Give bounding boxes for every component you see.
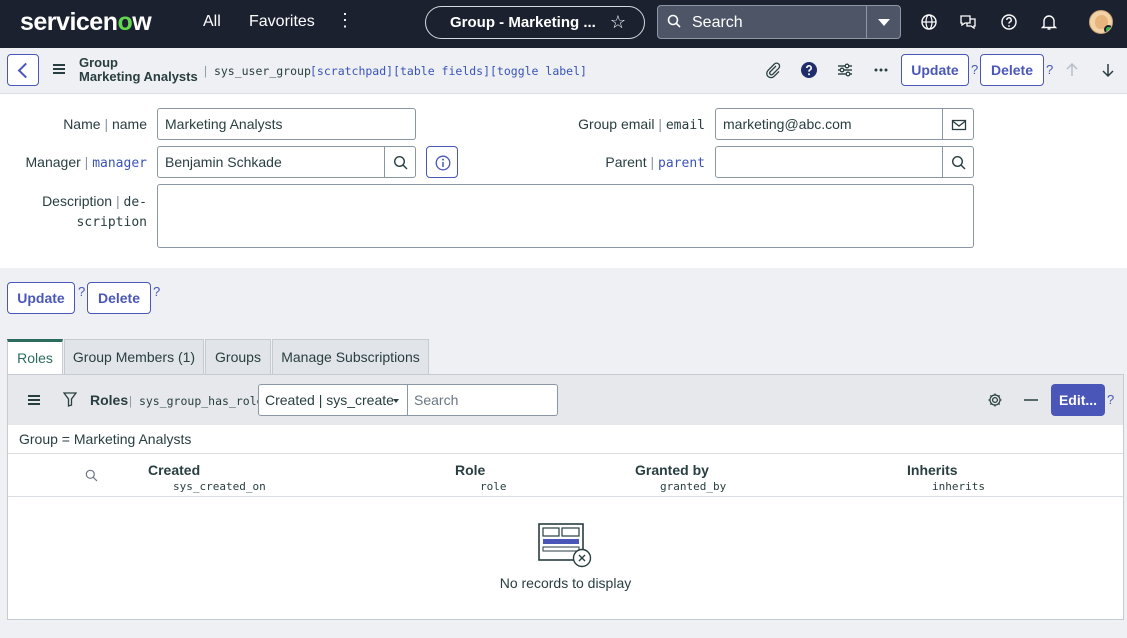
chevron-down-icon xyxy=(393,399,399,403)
nav-all[interactable]: All xyxy=(203,13,221,31)
header-delete-help-icon[interactable]: ? xyxy=(1046,62,1053,77)
empty-list-icon xyxy=(538,523,592,568)
record-title-pill[interactable]: Group - Marketing ... ☆ xyxy=(425,6,645,39)
more-menu-icon[interactable]: ⋮ xyxy=(336,10,354,31)
nav-favorites[interactable]: Favorites xyxy=(249,13,315,31)
form-delete-help-icon[interactable]: ? xyxy=(153,284,160,299)
tab-group-members[interactable]: Group Members (1) xyxy=(64,339,204,375)
help-icon[interactable] xyxy=(1000,13,1018,31)
favorite-star-icon[interactable]: ☆ xyxy=(610,12,626,33)
mail-icon xyxy=(951,119,967,131)
search-icon xyxy=(667,14,681,28)
debug-links[interactable]: [scratchpad][table fields][toggle label] xyxy=(310,64,587,78)
tab-roles[interactable]: Roles xyxy=(7,339,63,375)
name-label: Name | name xyxy=(63,116,147,132)
form-update-button[interactable]: Update xyxy=(7,282,75,314)
list-context-menu-icon[interactable] xyxy=(28,395,40,407)
record-title: Group - Marketing ... xyxy=(450,14,596,31)
tab-manage-subscriptions[interactable]: Manage Subscriptions xyxy=(272,339,429,375)
form-delete-button[interactable]: Delete xyxy=(87,282,151,314)
column-granted-by[interactable]: Granted by granted_by xyxy=(635,462,726,493)
more-actions-icon[interactable] xyxy=(872,61,890,79)
gear-icon[interactable] xyxy=(987,392,1003,408)
empty-list-message: No records to display xyxy=(499,575,632,591)
form-update-help-icon[interactable]: ? xyxy=(78,284,85,299)
form-title: Group Marketing Analysts xyxy=(79,56,198,84)
column-search-icon[interactable] xyxy=(85,469,98,482)
form-table-name: | sys_user_group xyxy=(204,64,311,78)
parent-lookup-button[interactable] xyxy=(942,146,974,178)
search-field-select[interactable]: Created | sys_create xyxy=(258,384,408,416)
list-title: Roles xyxy=(90,392,129,408)
top-nav: servicenow All Favorites ⋮ Group - Marke… xyxy=(0,0,1127,48)
group-email-label: Group email | email xyxy=(578,116,705,133)
manager-input[interactable]: Benjamin Schkade xyxy=(157,146,385,178)
description-label: Description | de- scription xyxy=(42,193,147,230)
send-email-button[interactable] xyxy=(942,108,974,140)
form-header: Group Marketing Analysts | sys_user_grou… xyxy=(0,48,1127,94)
roles-related-list: Roles | sys_group_has_role Created | sys… xyxy=(7,374,1124,620)
header-update-help-icon[interactable]: ? xyxy=(971,62,978,77)
parent-label: Parent | parent xyxy=(605,154,705,171)
search-placeholder: Search xyxy=(692,14,743,31)
form-title-table: Group xyxy=(79,55,118,70)
info-icon xyxy=(435,155,451,171)
column-created[interactable]: Created sys_created_on xyxy=(148,462,266,493)
tab-groups[interactable]: Groups xyxy=(205,339,271,375)
form-title-record: Marketing Analysts xyxy=(79,69,198,84)
description-textarea[interactable] xyxy=(157,184,974,248)
personalize-sliders-icon[interactable] xyxy=(836,61,854,79)
user-avatar[interactable] xyxy=(1089,10,1113,34)
name-input[interactable]: Marketing Analysts xyxy=(157,108,416,140)
group-email-input[interactable]: marketing@abc.com xyxy=(715,108,943,140)
search-icon xyxy=(951,155,966,170)
servicenow-logo[interactable]: servicenow xyxy=(20,8,152,37)
bell-icon[interactable] xyxy=(1040,13,1058,31)
column-role[interactable]: Role role xyxy=(455,462,507,493)
context-menu-icon[interactable] xyxy=(53,64,65,76)
search-dropdown-button[interactable] xyxy=(866,6,900,38)
search-icon xyxy=(393,155,408,170)
list-breadcrumb[interactable]: Group = Marketing Analysts xyxy=(19,431,191,447)
header-update-button[interactable]: Update xyxy=(901,54,969,86)
filter-icon[interactable] xyxy=(63,392,77,407)
chat-icon[interactable] xyxy=(959,13,977,31)
list-header-row: Created sys_created_on Role role Granted b… xyxy=(8,453,1123,497)
manager-label: Manager | manager xyxy=(25,154,147,171)
edit-help-icon[interactable]: ? xyxy=(1107,392,1114,407)
back-button[interactable] xyxy=(7,54,39,86)
list-table-name: | sys_group_has_role xyxy=(129,394,264,408)
globe-icon[interactable] xyxy=(920,13,938,31)
attachment-icon[interactable] xyxy=(764,61,782,79)
help-circle-icon[interactable] xyxy=(800,61,818,79)
edit-button[interactable]: Edit... xyxy=(1051,384,1105,416)
online-status-dot xyxy=(1104,25,1112,33)
manager-info-button[interactable] xyxy=(426,146,458,178)
collapse-icon[interactable] xyxy=(1024,399,1038,401)
previous-record-arrow-icon[interactable] xyxy=(1064,62,1080,78)
manager-lookup-button[interactable] xyxy=(384,146,416,178)
global-search[interactable]: Search xyxy=(657,5,901,39)
column-inherits[interactable]: Inherits inherits xyxy=(907,462,985,493)
next-record-arrow-icon[interactable] xyxy=(1100,62,1116,78)
list-toolbar: Roles | sys_group_has_role Created | sys… xyxy=(8,375,1123,425)
header-delete-button[interactable]: Delete xyxy=(980,54,1044,86)
list-search-input[interactable]: Search xyxy=(408,384,558,416)
parent-input[interactable] xyxy=(715,146,943,178)
